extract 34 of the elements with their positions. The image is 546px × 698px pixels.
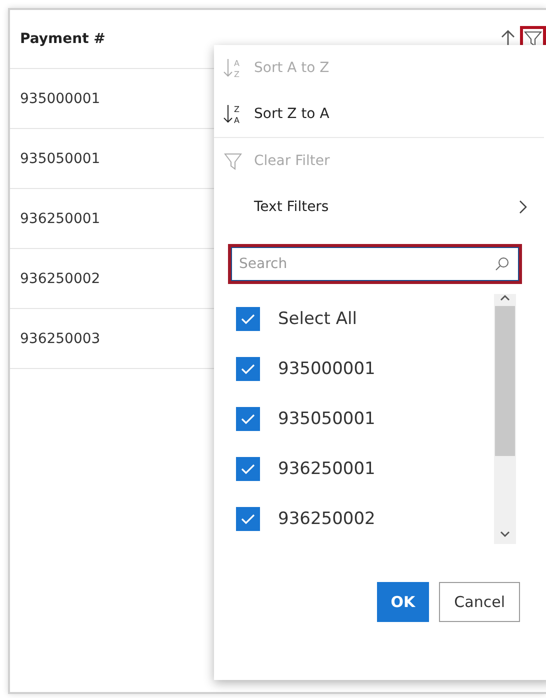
table-cell: 935000001	[20, 90, 100, 106]
checkbox[interactable]	[236, 457, 260, 481]
checkbox[interactable]	[236, 357, 260, 381]
chevron-right-icon	[518, 199, 528, 215]
scrollbar-thumb[interactable]	[495, 306, 515, 456]
menu-item[interactable]: Text Filters	[214, 184, 544, 230]
search-icon	[494, 256, 510, 272]
checkbox-option[interactable]: Select All	[236, 294, 494, 344]
column-title: Payment #	[20, 31, 106, 47]
menu-item[interactable]: Z A Sort Z to A	[214, 91, 544, 137]
cancel-button[interactable]: Cancel	[439, 582, 520, 622]
table-cell: 935050001	[20, 150, 100, 166]
scrollbar[interactable]	[494, 294, 516, 544]
check-icon	[241, 313, 255, 325]
checkbox-option[interactable]: 935000001	[236, 344, 494, 394]
check-icon	[241, 413, 255, 425]
table-cell: 936250001	[20, 210, 100, 226]
check-icon	[241, 513, 255, 525]
search-field[interactable]: Search	[228, 244, 522, 284]
checkbox-option[interactable]: 936250001	[236, 444, 494, 494]
checkbox[interactable]	[236, 407, 260, 431]
filter-icon	[223, 151, 243, 171]
checkbox[interactable]	[236, 307, 260, 331]
scroll-down-icon[interactable]	[500, 530, 510, 538]
checkbox-option[interactable]: 936250002	[236, 494, 494, 544]
scroll-up-icon[interactable]	[500, 294, 510, 302]
filter-icon	[524, 30, 542, 48]
table-cell: 936250003	[20, 330, 100, 346]
check-icon	[241, 363, 255, 375]
check-icon	[241, 463, 255, 475]
table-cell: 936250002	[20, 270, 100, 286]
checkbox[interactable]	[236, 507, 260, 531]
ok-button[interactable]: OK	[376, 582, 430, 622]
checkbox-option[interactable]: 935050001	[236, 394, 494, 444]
